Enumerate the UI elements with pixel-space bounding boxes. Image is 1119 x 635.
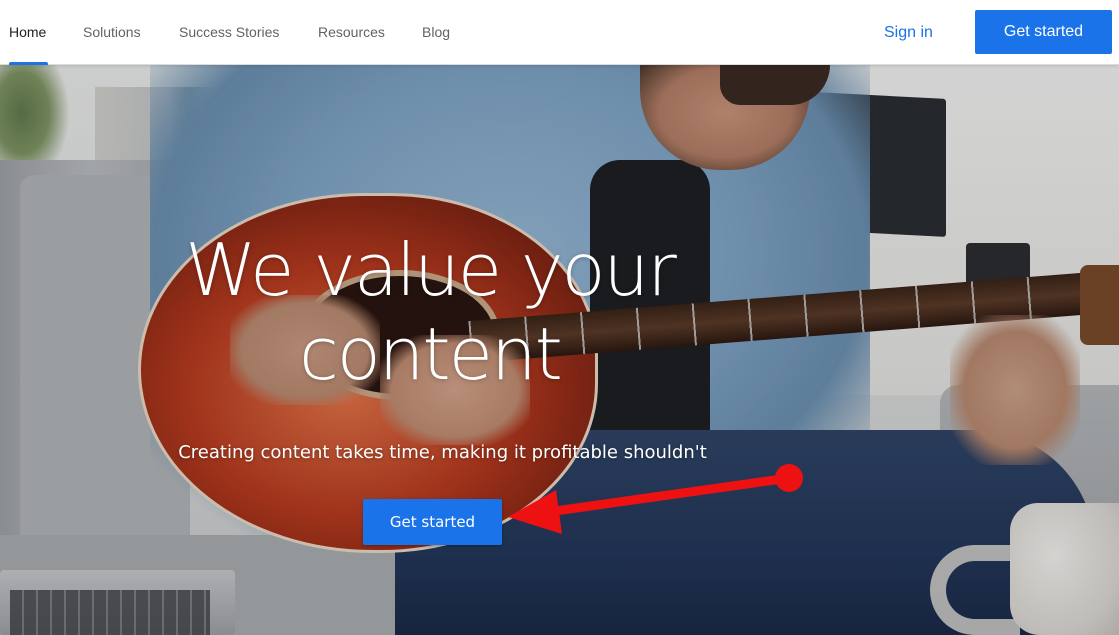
nav-item-home[interactable]: Home <box>9 0 46 65</box>
nav-item-success-stories[interactable]: Success Stories <box>179 0 279 65</box>
nav-item-blog[interactable]: Blog <box>422 0 450 65</box>
header-get-started-button[interactable]: Get started <box>975 10 1112 54</box>
hero-get-started-button[interactable]: Get started <box>363 499 502 545</box>
nav-item-resources[interactable]: Resources <box>318 0 385 65</box>
nav-item-solutions[interactable]: Solutions <box>83 0 141 65</box>
active-tab-indicator <box>9 62 48 65</box>
hero-subheading: Creating content takes time, making it p… <box>178 442 707 463</box>
top-navigation: Home Solutions Success Stories Resources… <box>0 0 1119 65</box>
hero-headline-line-1: We value your <box>185 228 677 312</box>
sign-in-link[interactable]: Sign in <box>884 0 933 65</box>
hero-headline-line-2: content <box>299 312 563 396</box>
hero-headline: We value your content <box>150 228 710 396</box>
